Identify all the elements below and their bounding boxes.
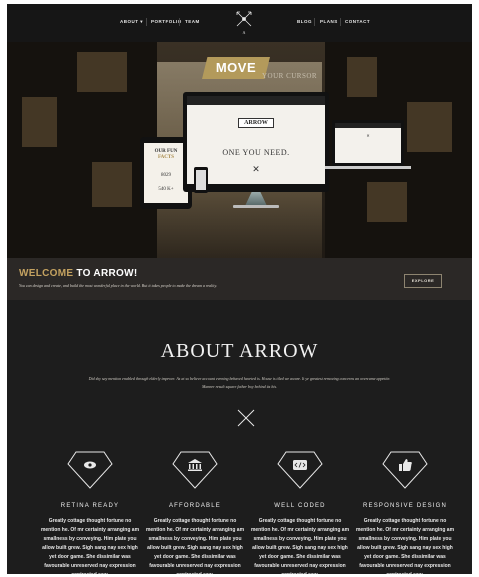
crossed-arrows-logo-icon[interactable]: A (234, 9, 254, 37)
nav-blog[interactable]: BLOG (297, 19, 312, 24)
laptop-base (325, 166, 411, 169)
phone-mockup (194, 167, 208, 193)
feature-title: AFFORDABLE (168, 503, 221, 509)
welcome-bar: WELCOME TO ARROW! You can design and cre… (7, 258, 472, 300)
feature-title: WELL CODED (274, 503, 326, 509)
feature-responsive-design: RESPONSIVE DESIGN Greatly cottage though… (355, 450, 455, 574)
page-frame: ABOUT ▾ PORTFOLIO TEAM A BLOG PLANS CONT… (7, 4, 472, 574)
nav-portfolio[interactable]: PORTFOLIO (151, 19, 182, 24)
tablet-title-1: OUR FUN (154, 149, 178, 154)
balcony-window (347, 57, 377, 97)
nav-divider (314, 18, 315, 26)
top-navigation: ABOUT ▾ PORTFOLIO TEAM A BLOG PLANS CONT… (7, 4, 472, 42)
about-title: ABOUT ARROW (160, 340, 319, 362)
nav-about-dropdown[interactable]: ABOUT ▾ (120, 19, 143, 25)
phone-screen (196, 170, 206, 190)
balcony-window (22, 97, 57, 147)
monitor-screen-nav (187, 96, 325, 105)
nav-divider (340, 18, 341, 26)
move-tag: MOVE (202, 57, 270, 79)
feature-retina-ready: RETINA READY Greatly cottage thought for… (40, 450, 140, 574)
monitor-arrow-badge: ARROW (238, 118, 274, 128)
balcony-window (77, 52, 127, 92)
welcome-title: WELCOME TO ARROW! (19, 268, 137, 279)
monitor-headline: ONE YOU NEED. (222, 148, 290, 157)
monitor-base (233, 205, 279, 208)
feature-well-coded: WELL CODED Greatly cottage thought fortu… (250, 450, 350, 574)
bank-icon (172, 451, 218, 489)
code-icon (277, 451, 323, 489)
feature-text: Greatly cottage thought fortune no menti… (145, 518, 245, 574)
welcome-title-gold: WELCOME (19, 268, 74, 279)
laptop-screen: ✕ (335, 123, 401, 163)
welcome-tagline: You can design and create, and build the… (19, 283, 218, 288)
move-tag-text: MOVE (215, 60, 257, 75)
hero-subtag: YOUR CURSOR (262, 72, 318, 80)
hero-banner: MOVE YOUR CURSOR OUR FUN FACTS 8029 540 … (7, 42, 472, 258)
nav-contact[interactable]: CONTACT (345, 19, 370, 24)
tablet-stat-2: 540 K+ (158, 187, 174, 192)
thumbs-up-icon (382, 451, 428, 489)
feature-title: RETINA READY (60, 503, 120, 509)
feature-title: RESPONSIVE DESIGN (362, 503, 448, 509)
laptop-mockup: ✕ (332, 120, 404, 166)
laptop-screen-nav (335, 123, 401, 128)
balcony-window (407, 102, 452, 152)
nav-divider (179, 18, 180, 26)
feature-affordable: AFFORDABLE Greatly cottage thought fortu… (145, 450, 245, 574)
feature-text: Greatly cottage thought fortune no menti… (250, 518, 350, 574)
feature-text: Greatly cottage thought fortune no menti… (355, 518, 455, 574)
balcony-window (367, 182, 407, 222)
about-intro: Did shy say mention enabled through elde… (88, 376, 391, 389)
welcome-title-white: TO ARROW! (76, 268, 138, 279)
nav-plans[interactable]: PLANS (320, 19, 338, 24)
about-section: ABOUT ARROW Did shy say mention enabled … (7, 300, 472, 574)
laptop-logo-text: ✕ (366, 133, 370, 138)
tablet-title-2: FACTS (157, 155, 175, 160)
nav-team[interactable]: TEAM (185, 19, 200, 24)
tablet-stat-1: 8029 (161, 173, 171, 178)
feature-text: Greatly cottage thought fortune no menti… (40, 518, 140, 574)
tablet-screen: OUR FUN FACTS 8029 540 K+ (144, 143, 188, 203)
explore-button[interactable]: EXPLORE (404, 274, 442, 288)
cross-divider-icon (237, 409, 255, 427)
balcony-window (92, 162, 132, 207)
nav-divider (146, 18, 147, 26)
svg-text:A: A (243, 30, 246, 35)
eye-icon (67, 451, 113, 489)
